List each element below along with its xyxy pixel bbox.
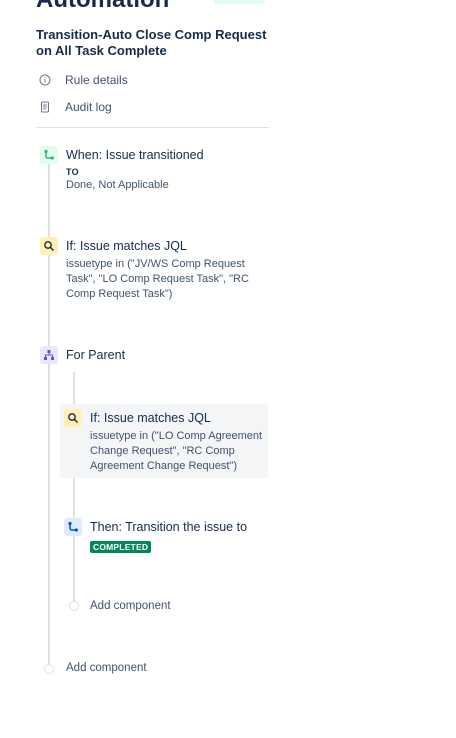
info-icon [38, 73, 52, 87]
add-component-nested[interactable]: Add component [90, 600, 171, 612]
trigger-value: Done, Not Applicable [66, 179, 169, 191]
action-title[interactable]: Then: Transition the issue to [90, 520, 247, 534]
document-icon [38, 100, 52, 114]
condition1-jql: issuetype in ("JV/WS Comp Request Task",… [66, 258, 249, 300]
condition1-title[interactable]: If: Issue matches JQL [66, 239, 187, 253]
add-component-root[interactable]: Add component [66, 662, 147, 674]
trigger-to-label: TO [66, 167, 79, 177]
branch-icon [40, 346, 58, 364]
condition2-title[interactable]: If: Issue matches JQL [90, 411, 211, 425]
condition2-jql: issuetype in ("LO Comp Agreement Change … [90, 430, 263, 472]
page-title: Automation [36, 0, 169, 14]
audit-log-label: Audit log [65, 100, 112, 114]
search-icon [64, 409, 82, 427]
branch-title[interactable]: For Parent [66, 348, 125, 362]
add-component-dot [69, 601, 79, 611]
status-lozenge: COMPLETED [90, 541, 152, 553]
audit-log-link[interactable]: Audit log [38, 98, 112, 116]
rule-details-link[interactable]: Rule details [38, 71, 128, 89]
divider [36, 127, 269, 128]
rule-details-label: Rule details [65, 73, 128, 87]
transition-icon [64, 518, 82, 536]
trigger-title[interactable]: When: Issue transitioned [66, 148, 204, 162]
search-icon [40, 237, 58, 255]
add-component-dot [44, 664, 54, 674]
rule-name: Transition-Auto Close Comp Request on Al… [36, 27, 267, 58]
status-badge [213, 0, 265, 4]
transition-icon [40, 146, 58, 164]
